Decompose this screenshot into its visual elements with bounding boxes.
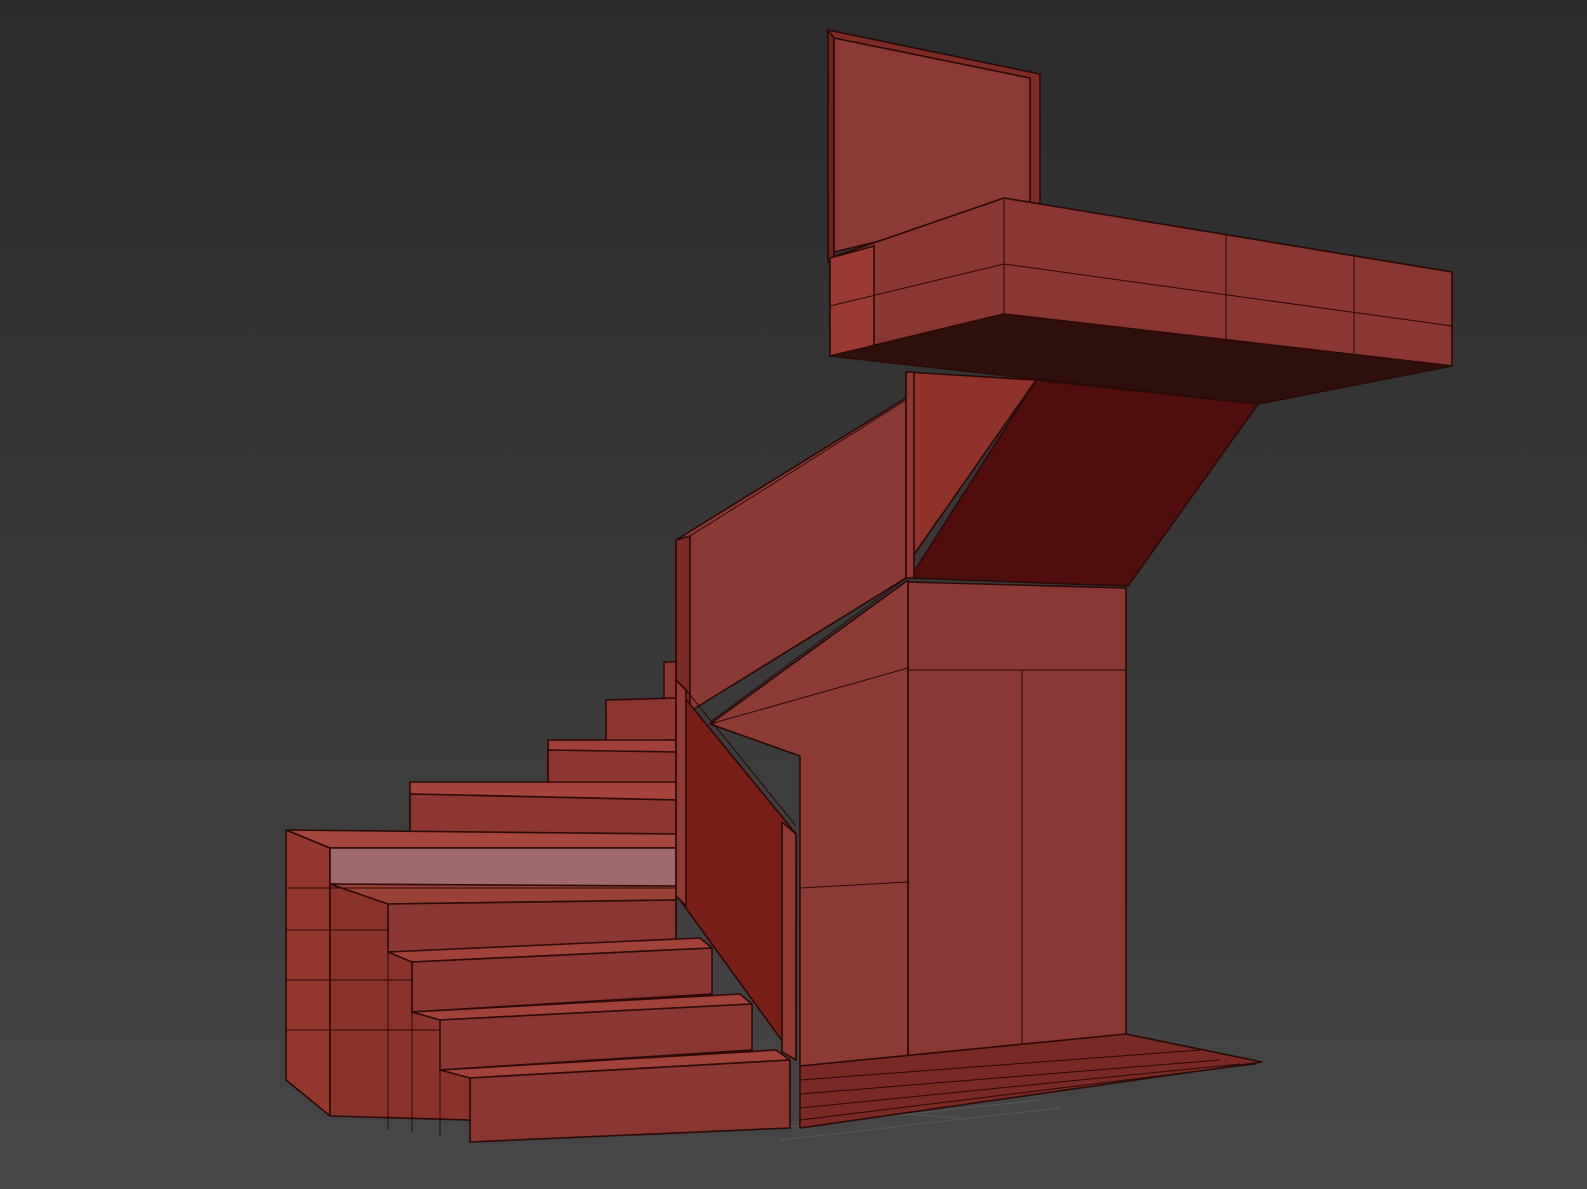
upper-steps	[285, 661, 677, 849]
3d-viewport[interactable]	[0, 0, 1587, 1189]
upper-flight-underside	[905, 371, 1259, 587]
staircase-model	[285, 29, 1453, 1143]
